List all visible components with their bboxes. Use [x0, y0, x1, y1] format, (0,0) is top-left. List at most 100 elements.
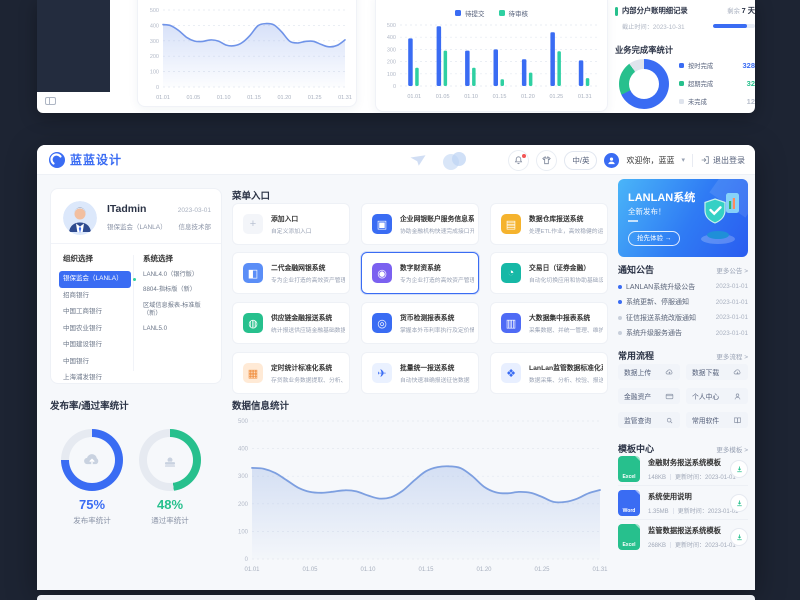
menu-card-digital-treasury[interactable]: ◉数字财资系统专为企业打造的高效资产管理平台 — [361, 252, 479, 294]
legend-label: 待提交 — [465, 8, 485, 18]
area-chart: 010020030040050001.0101.0501.1001.1501.2… — [232, 409, 608, 585]
plane-icon: ✈ — [372, 363, 392, 383]
svg-text:01.25: 01.25 — [534, 567, 550, 573]
svg-text:100: 100 — [238, 529, 249, 535]
download-button[interactable] — [730, 528, 748, 546]
download-icon — [735, 533, 744, 542]
download-button[interactable] — [730, 494, 748, 512]
notice-item[interactable]: LANLAN系统升级公告2023-01-01 — [618, 280, 748, 293]
logout-button[interactable]: 退出登录 — [700, 155, 745, 166]
publish-rate-label: 发布率统计 — [61, 515, 123, 526]
chevron-down-icon[interactable]: ▾ — [681, 156, 685, 164]
svg-text:01.01: 01.01 — [156, 95, 170, 101]
legend-swatch — [679, 81, 684, 86]
menu-card-title: 添加入口 — [271, 213, 312, 223]
legend-value: 328 — [742, 61, 755, 70]
more-templates-link[interactable]: 更多模板 > — [716, 444, 748, 454]
user-profile-card: ITadmin 2023-03-01 银保监会（LANLA） 信息技术部 组织选… — [50, 188, 222, 384]
menu-card-desc: 处理ETL作业，高效稳健的运行 — [529, 226, 603, 235]
sidebar-toggle-icon[interactable] — [45, 97, 56, 105]
menu-card-trading-day[interactable]: ◔交易日（证券金融）自动化切换应用和协助基础设施 — [490, 252, 608, 294]
user-avatar[interactable] — [604, 153, 619, 168]
avatar — [63, 201, 97, 235]
pass-rate-label: 通过率统计 — [139, 515, 201, 526]
menu-card-gen2-ebank[interactable]: ◧二代金融网银系统专为企业打造的高效资产管理平台 — [232, 252, 350, 294]
notification-badge — [522, 154, 526, 158]
menu-card-currency-monitor[interactable]: ◎货币检测报表系统掌握本外币利率执行及定价情况 — [361, 302, 479, 344]
svg-text:500: 500 — [150, 8, 159, 14]
legend-swatch — [679, 99, 684, 104]
completion-legend-row: 未完成 12 — [679, 97, 755, 106]
template-meta: 268KB更新时间：2023-01-01 — [648, 540, 736, 549]
sys-item[interactable]: 区域信息报表-标准版（新） — [143, 302, 213, 319]
org-item[interactable]: 中国农业银行 — [63, 321, 129, 338]
menu-card-supply-chain[interactable]: ◍供应链金融报送系统统计报送供应链金融基础数据 — [232, 302, 350, 344]
process-data-upload[interactable]: 数据上传 — [618, 364, 680, 380]
app-logo[interactable]: 蓝蓝设计 — [49, 151, 122, 168]
menu-card-bigdata-report[interactable]: ▥大数据集中报表系统采集数据、并统一管理、维护、共享 — [490, 302, 608, 344]
process-supervision-query[interactable]: 监管查询 — [618, 412, 680, 428]
menu-card-title: 定时统计标准化系统 — [271, 362, 345, 372]
pass-rate-value: 48% — [139, 497, 201, 512]
cloud-decoration-icon — [439, 148, 469, 170]
templates-header: 模板中心 更多模板 > — [618, 442, 748, 455]
theme-skin-button[interactable] — [536, 150, 557, 171]
menu-card-lanlan-standard[interactable]: ❖LanLan监管数据标准化系统数据采集、分析、校验、报送 — [490, 352, 608, 394]
process-financial-assets[interactable]: 金融资产 — [618, 388, 680, 404]
notification-bell-button[interactable] — [508, 150, 529, 171]
notice-item[interactable]: 系统升级服务通告2023-01-01 — [618, 327, 748, 340]
template-item[interactable]: Word 系统使用说明 1.35MB更新时间：2023-01-01 — [618, 490, 748, 520]
process-personal-center[interactable]: 个人中心 — [686, 388, 748, 404]
notice-item[interactable]: 征信报送系统改版通知2023-01-01 — [618, 311, 748, 324]
process-common-software[interactable]: 常用软件 — [686, 412, 748, 428]
sys-item[interactable]: LANL5.0 — [143, 325, 213, 333]
bar-chart-legend: 待提交 待审核 — [376, 8, 607, 18]
menu-card-ebank-account[interactable]: ▣企业网银账户服务信息系统协助金融机构快速完成接口开发 — [361, 203, 479, 245]
exit-icon — [700, 155, 710, 165]
svg-text:300: 300 — [150, 39, 159, 45]
monitor-icon: ◧ — [243, 263, 263, 283]
notice-item[interactable]: 系统更新、停服通知2023-01-01 — [618, 296, 748, 309]
download-icon — [735, 465, 744, 474]
menu-card-add-entry[interactable]: +添加入口自定义添加入口 — [232, 203, 350, 245]
template-item[interactable]: Excel 金融财务报送系统模板 148KB更新时间：2023-01-01 — [618, 456, 748, 486]
menu-card-title: 企业网银账户服务信息系统 — [400, 213, 474, 223]
promo-banner[interactable]: LANLAN系统 全新发布！ 抢先体验 → — [618, 179, 748, 257]
download-button[interactable] — [730, 460, 748, 478]
user-icon — [733, 392, 742, 401]
org-item[interactable]: 上海浦发银行 — [63, 370, 129, 387]
notice-dot — [618, 285, 622, 289]
divider — [692, 154, 693, 167]
bar-chart-card: 待提交 待审核 010020030040050001.0101.0501.100… — [375, 0, 608, 112]
deadline-progress — [713, 24, 755, 28]
word-file-icon: Word — [618, 490, 640, 516]
svg-text:01.25: 01.25 — [549, 94, 563, 100]
process-data-download[interactable]: 数据下载 — [686, 364, 748, 380]
template-item[interactable]: Excel 监管数据报送系统模板 268KB更新时间：2023-01-01 — [618, 524, 748, 554]
more-notices-link[interactable]: 更多公告 > — [716, 265, 748, 275]
language-toggle[interactable]: 中/英 — [564, 151, 597, 170]
svg-text:01.20: 01.20 — [476, 567, 492, 573]
treasury-icon: ◉ — [372, 263, 392, 283]
org-item[interactable]: 中国银行 — [63, 354, 129, 371]
sys-item[interactable]: LANL4.0（银行版） — [143, 271, 213, 279]
more-processes-link[interactable]: 更多流程 > — [716, 351, 748, 361]
menu-card-title: 批量统一报送系统 — [400, 362, 470, 372]
menu-card-scheduled-stats[interactable]: ▦定时统计标准化系统存贷款业务数据提取、分析、管理 — [232, 352, 350, 394]
org-item[interactable]: 中国工商银行 — [63, 304, 129, 321]
publish-rate-donut — [61, 429, 123, 491]
template-name: 系统使用说明 — [648, 492, 692, 502]
org-item-selected[interactable]: 银保监会（LANLA） — [59, 271, 131, 288]
collapsed-sidebar — [37, 0, 110, 92]
notice-dot — [618, 316, 622, 320]
sys-item[interactable]: 8804-指标版（新） — [143, 286, 213, 294]
org-item[interactable]: 招商银行 — [63, 288, 129, 305]
org-item[interactable]: 中国建设银行 — [63, 337, 129, 354]
menu-card-batch-report[interactable]: ✈批量统一报送系统自动快速准确报送征信数据 — [361, 352, 479, 394]
asset-card-icon — [665, 392, 674, 401]
svg-text:0: 0 — [156, 85, 159, 91]
welcome-text[interactable]: 欢迎你，蓝蓝 — [626, 155, 674, 166]
menu-card-desc: 专为企业打造的高效资产管理平台 — [271, 275, 345, 284]
try-now-button[interactable]: 抢先体验 → — [628, 231, 680, 246]
menu-card-data-warehouse[interactable]: ▤数据仓库报送系统处理ETL作业，高效稳健的运行 — [490, 203, 608, 245]
